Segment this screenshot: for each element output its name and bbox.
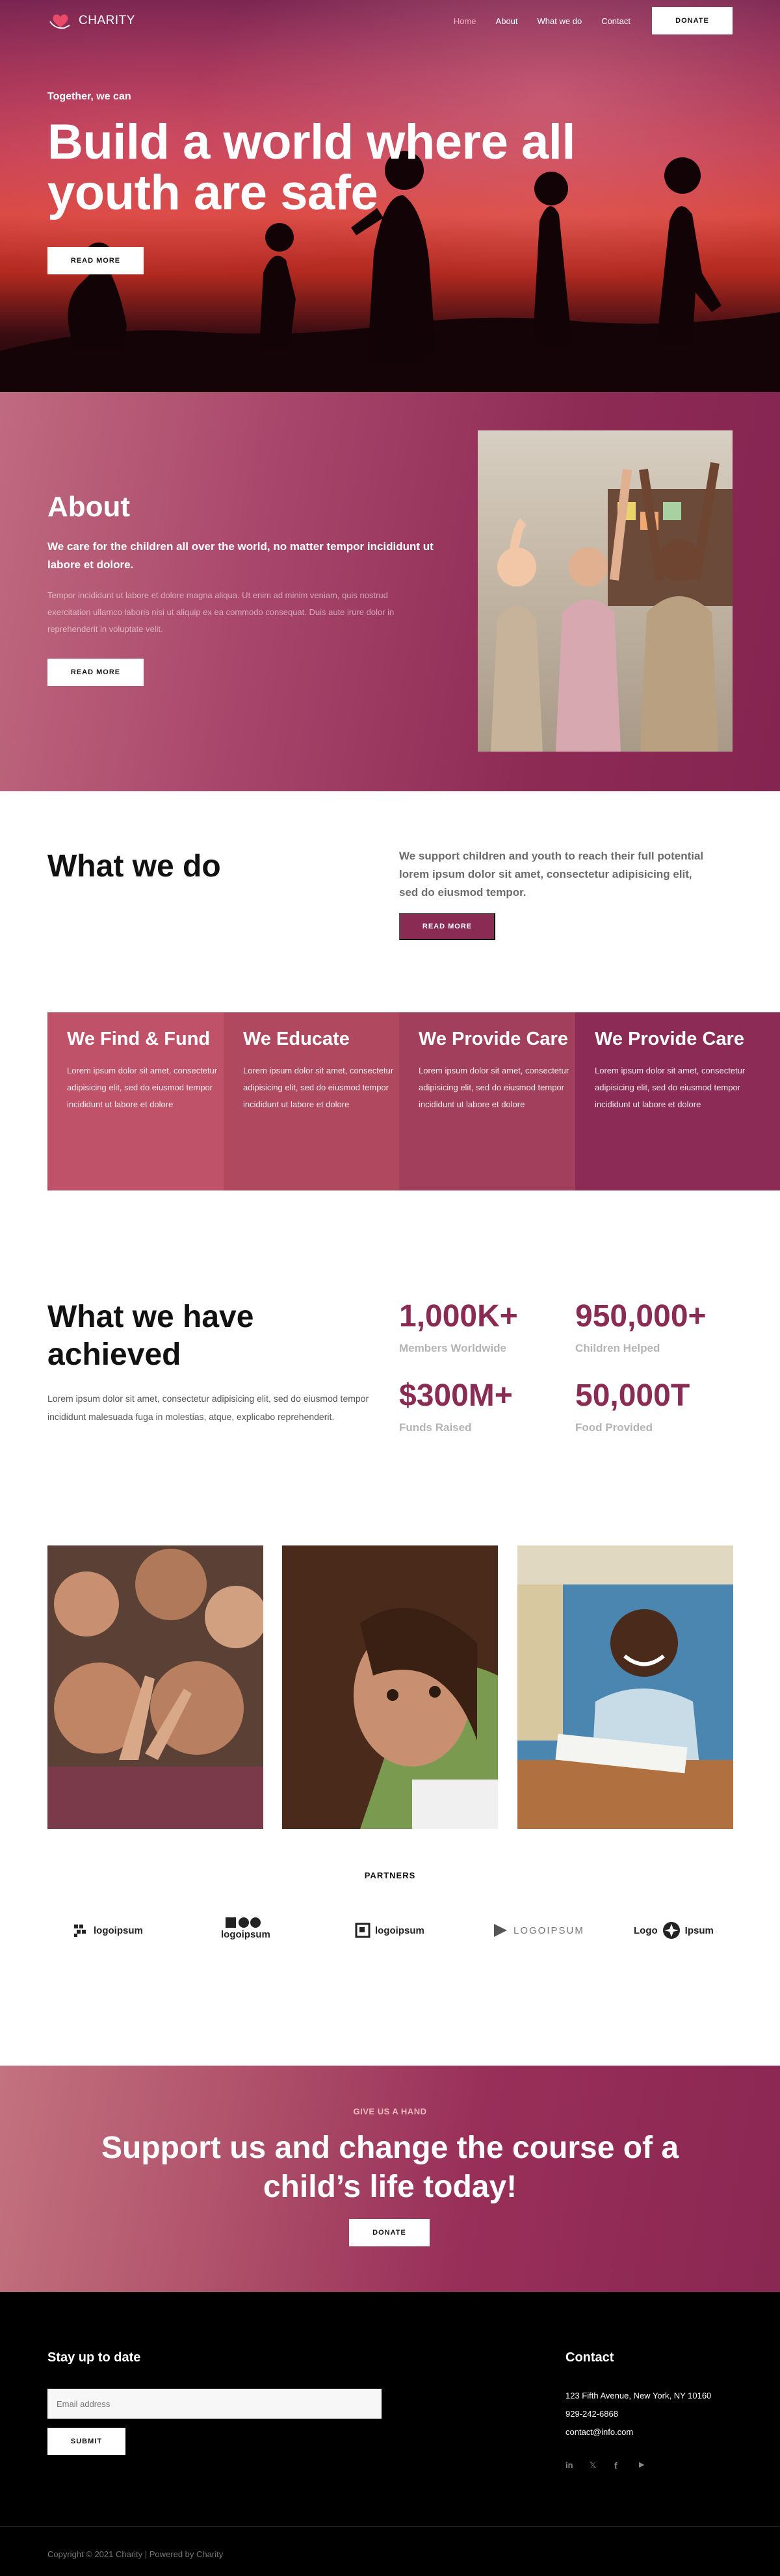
linkedin-icon[interactable]: in	[566, 2460, 577, 2472]
hero-read-more-button[interactable]: READ MORE	[47, 247, 144, 274]
stat-label: Food Provided	[575, 1421, 653, 1434]
about-title: About	[47, 491, 131, 523]
stat-members: 1,000K+ Members Worldwide	[399, 1298, 518, 1355]
contact-address: 123 Fifth Avenue, New York, NY 10160	[566, 2391, 712, 2400]
stat-value: 1,000K+	[399, 1299, 518, 1334]
services-section: We Find & Fund Lorem ipsum dolor sit ame…	[0, 1012, 780, 1298]
hero-title: Build a world where all youth are safe	[47, 114, 576, 220]
diamond-cluster-icon	[74, 1925, 86, 1937]
service-card-text: Lorem ipsum dolor sit amet, consectetur …	[419, 1066, 569, 1109]
nav-link-contact[interactable]: Contact	[601, 16, 630, 26]
celebrating-teens-image	[491, 462, 733, 752]
stat-label: Children Helped	[575, 1342, 660, 1354]
nav-link-about[interactable]: About	[496, 16, 518, 26]
achievements-text: Lorem ipsum dolor sit amet, consectetur …	[47, 1393, 369, 1422]
brand-name: CHARITY	[79, 14, 135, 27]
facebook-icon[interactable]: f	[614, 2460, 626, 2472]
copyright-text: Copyright © 2021 Charity | Powered by Ch…	[47, 2549, 224, 2559]
stat-value: 50,000T	[575, 1378, 690, 1413]
arrow-shape-icon	[494, 1924, 507, 1937]
contact-email[interactable]: contact@info.com	[566, 2427, 633, 2437]
gallery-photo-group-children	[47, 1545, 263, 1829]
service-card-title: We Educate	[243, 1029, 350, 1049]
achievements-section: What we have achieved Lorem ipsum dolor …	[0, 1298, 780, 1545]
about-photo	[478, 430, 733, 752]
partner-logo-3[interactable]: logoipsum	[354, 1916, 424, 1945]
nav-donate-button[interactable]: DONATE	[652, 7, 733, 34]
stat-children: 950,000+ Children Helped	[575, 1298, 707, 1355]
what-we-do-section: What we do We support children and youth…	[0, 791, 780, 1012]
partner-name: logoipsum	[375, 1925, 424, 1936]
outlined-square-icon	[355, 1923, 370, 1938]
stat-food: 50,000T Food Provided	[575, 1378, 690, 1434]
partner-name: logoipsum	[94, 1925, 143, 1936]
contact-title: Contact	[566, 2350, 614, 2365]
service-card-text: Lorem ipsum dolor sit amet, consectetur …	[243, 1066, 394, 1109]
hero-section: CHARITY Home About What we do Contact DO…	[0, 0, 780, 392]
service-card-text: Lorem ipsum dolor sit amet, consectetur …	[595, 1066, 746, 1109]
service-card-title: We Find & Fund	[67, 1029, 211, 1049]
service-card-title: We Provide Care	[419, 1029, 568, 1049]
brand-logo[interactable]: CHARITY	[47, 11, 135, 31]
about-content: About We care for the children all over …	[47, 491, 437, 686]
cta-eyebrow: GIVE US A HAND	[353, 2107, 427, 2116]
twitter-icon[interactable]: 𝕏	[590, 2460, 601, 2472]
contact-phone: 929-242-6868	[566, 2409, 618, 2419]
about-section: About We care for the children all over …	[0, 392, 780, 791]
partner-logo-5[interactable]: Logo Ipsum	[634, 1916, 714, 1945]
top-navigation: CHARITY Home About What we do Contact DO…	[0, 0, 780, 42]
footer-divider	[0, 2526, 780, 2527]
stat-label: Funds Raised	[399, 1421, 472, 1434]
partner-logo-1[interactable]: logoipsum	[73, 1916, 143, 1945]
group-children-image	[47, 1545, 263, 1829]
newsletter-submit-button[interactable]: SUBMIT	[47, 2428, 125, 2455]
stat-value: 950,000+	[575, 1299, 707, 1334]
service-card-title: We Provide Care	[595, 1029, 744, 1049]
about-body: Tempor incididunt ut labore et dolore ma…	[47, 590, 395, 634]
nav-links: Home About What we do Contact DONATE	[434, 7, 733, 34]
hero-content: Together, we can Build a world where all…	[47, 91, 619, 274]
hero-eyebrow: Together, we can	[47, 91, 131, 102]
partner-name: LOGOIPSUM	[514, 1925, 584, 1936]
youtube-icon[interactable]: ▶	[639, 2460, 651, 2472]
cta-title: Support us and change the course of a ch…	[101, 2131, 679, 2204]
what-we-do-text: We support children and youth to reach t…	[399, 850, 704, 899]
cta-donate-button[interactable]: DONATE	[349, 2219, 430, 2246]
partner-name: logoipsum	[221, 1929, 270, 1940]
newsletter-title: Stay up to date	[47, 2350, 141, 2365]
partners-section: PARTNERS logoipsum logoipsum logoipsum L…	[0, 1871, 780, 2066]
partner-name: Ipsum	[684, 1925, 714, 1936]
partner-logo-2[interactable]: logoipsum	[221, 1916, 270, 1945]
gallery-photo-girl	[282, 1545, 498, 1829]
partner-logo-prefix: Logo	[634, 1925, 658, 1936]
partner-logo-4[interactable]: LOGOIPSUM	[493, 1916, 584, 1945]
student-at-desk-image	[517, 1545, 733, 1829]
newsletter-email-input[interactable]	[47, 2389, 382, 2419]
nav-link-home[interactable]: Home	[454, 16, 476, 26]
square-circles-icon	[225, 1917, 261, 1928]
donate-cta-section: GIVE US A HAND Support us and change the…	[0, 2066, 780, 2292]
heart-hand-icon	[49, 14, 70, 29]
nav-link-what-we-do[interactable]: What we do	[538, 16, 582, 26]
gallery-photo-student	[517, 1545, 733, 1829]
achievements-title: What we have achieved	[47, 1300, 254, 1372]
footer: Stay up to date SUBMIT Contact 123 Fifth…	[0, 2292, 780, 2576]
stat-funds: $300M+ Funds Raised	[399, 1378, 513, 1434]
photo-gallery	[0, 1545, 780, 1871]
girl-portrait-image	[282, 1545, 498, 1829]
star-badge-icon	[662, 1922, 680, 1939]
what-we-do-title: What we do	[47, 849, 221, 884]
service-card-provide-care-2[interactable]: We Provide Care Lorem ipsum dolor sit am…	[575, 1012, 780, 1190]
what-we-do-read-more-button[interactable]: READ MORE	[399, 913, 495, 940]
about-lead: We care for the children all over the wo…	[47, 540, 434, 571]
stat-label: Members Worldwide	[399, 1342, 506, 1354]
about-read-more-button[interactable]: READ MORE	[47, 659, 144, 686]
service-card-text: Lorem ipsum dolor sit amet, consectetur …	[67, 1066, 218, 1109]
stat-value: $300M+	[399, 1378, 513, 1413]
partners-title: PARTNERS	[364, 1871, 416, 1880]
